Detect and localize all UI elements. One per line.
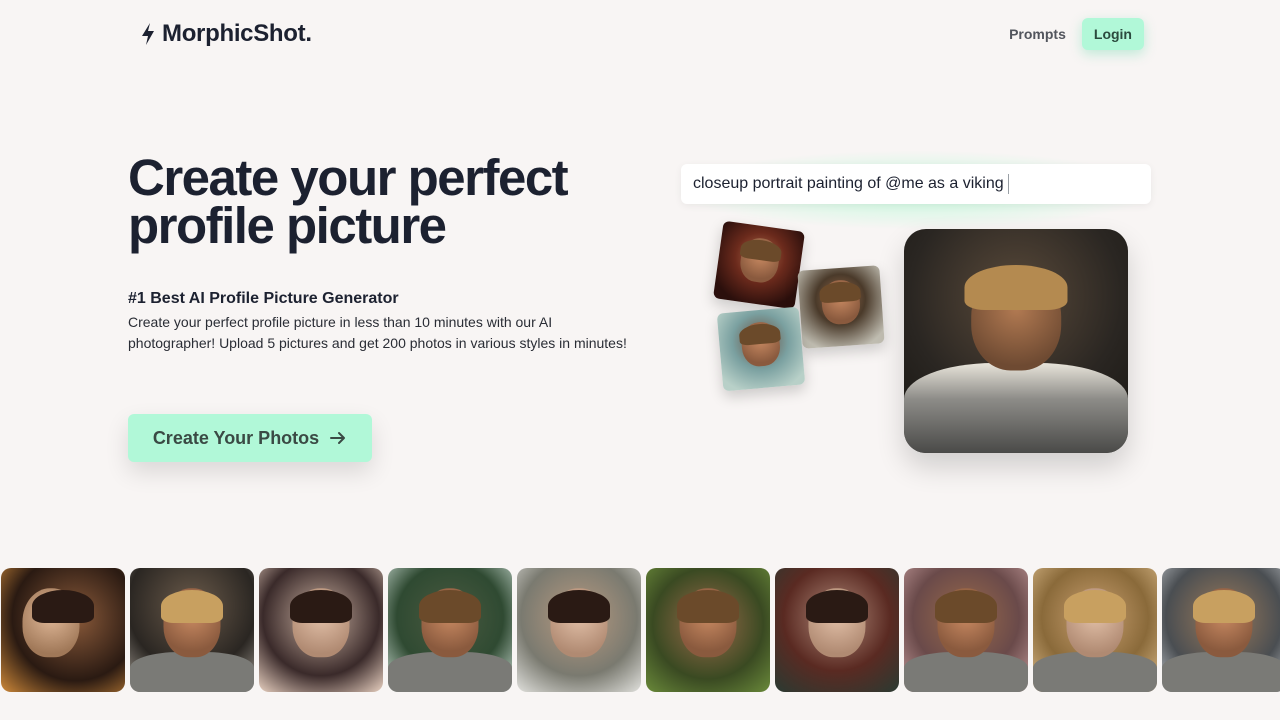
portrait-armor bbox=[1033, 652, 1157, 692]
gallery-image bbox=[1033, 568, 1157, 692]
gallery-image bbox=[388, 568, 512, 692]
text-caret bbox=[1007, 174, 1009, 194]
gallery-image bbox=[130, 568, 254, 692]
input-photo-thumbnail bbox=[716, 306, 806, 392]
create-photos-label: Create Your Photos bbox=[152, 427, 320, 448]
portrait-hair bbox=[964, 264, 1068, 310]
portrait-armor bbox=[904, 363, 1128, 453]
logo-link[interactable]: MorphicShot. bbox=[140, 20, 312, 48]
portrait-hair bbox=[818, 280, 862, 304]
portrait-hair bbox=[738, 322, 782, 347]
portrait-armor bbox=[130, 652, 254, 692]
gallery-image bbox=[517, 568, 641, 692]
arrow-right-icon bbox=[330, 432, 346, 444]
portrait-hair bbox=[419, 590, 481, 623]
generated-viking-portrait bbox=[904, 229, 1128, 453]
hero-title: Create your perfect profile picture bbox=[128, 149, 569, 254]
portrait-hair bbox=[32, 590, 94, 623]
create-photos-button[interactable]: Create Your Photos bbox=[128, 414, 372, 462]
portrait-hair bbox=[806, 590, 868, 623]
portrait-hair bbox=[161, 590, 223, 623]
top-nav: Prompts Login bbox=[1009, 18, 1144, 50]
gallery-strip bbox=[1, 568, 1280, 692]
hero-subtitle: #1 Best AI Profile Picture Generator bbox=[128, 290, 399, 307]
gallery-image bbox=[1162, 568, 1280, 692]
portrait-hair bbox=[935, 590, 997, 623]
input-photo-thumbnail bbox=[797, 265, 885, 349]
hero-description: Create your perfect profile picture in l… bbox=[128, 314, 627, 351]
gallery-image bbox=[259, 568, 383, 692]
gallery-image bbox=[1, 568, 125, 692]
portrait-hair bbox=[677, 590, 739, 623]
gallery-image bbox=[646, 568, 770, 692]
login-button[interactable]: Login bbox=[1081, 18, 1144, 50]
portrait-armor bbox=[1162, 652, 1280, 692]
nav-prompts-link[interactable]: Prompts bbox=[1009, 26, 1066, 42]
gallery-image bbox=[775, 568, 899, 692]
logo-text: MorphicShot. bbox=[162, 20, 312, 47]
landing-page: MorphicShot. Prompts Login Create your p… bbox=[0, 0, 1280, 720]
prompt-demo-box: closeup portrait painting of @me as a vi… bbox=[681, 164, 1151, 204]
portrait-armor bbox=[904, 652, 1028, 692]
gallery-image bbox=[904, 568, 1028, 692]
lightning-bolt-icon bbox=[142, 23, 154, 45]
prompt-text: closeup portrait painting of @me as a vi… bbox=[693, 175, 1004, 192]
input-photo-thumbnail bbox=[712, 220, 806, 310]
portrait-hair bbox=[290, 590, 352, 623]
portrait-hair bbox=[548, 590, 610, 623]
portrait-armor bbox=[388, 652, 512, 692]
portrait-hair bbox=[1064, 590, 1126, 623]
portrait-hair bbox=[1193, 590, 1255, 623]
